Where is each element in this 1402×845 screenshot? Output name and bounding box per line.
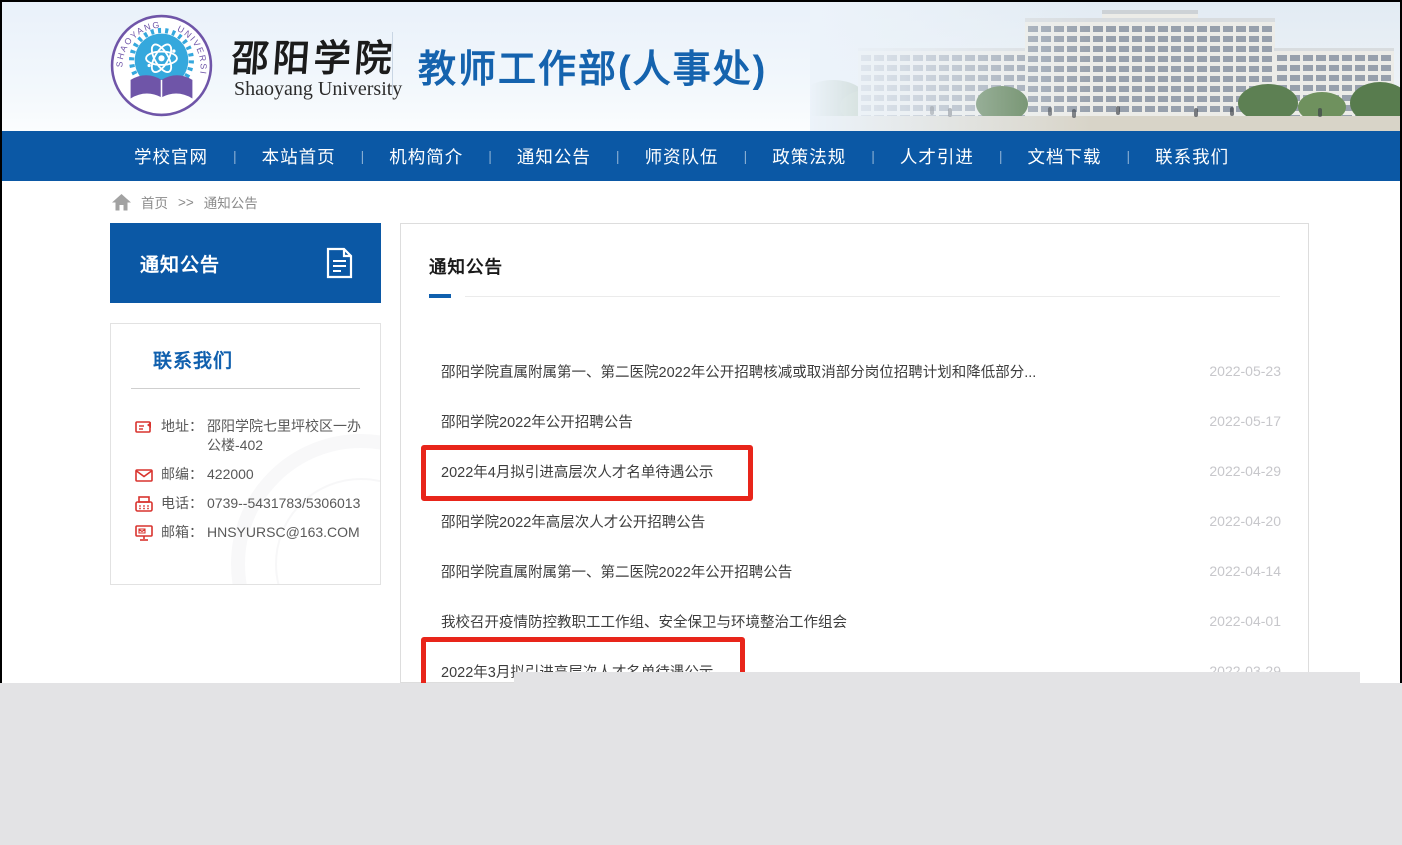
nav-separator: | [361,148,365,164]
nav-separator: | [616,148,620,164]
contact-title: 联系我们 [153,346,380,373]
announcement-title[interactable]: 邵阳学院直属附属第一、第二医院2022年公开招聘公告 [441,561,792,582]
photo-fade [810,2,1400,131]
underline-accent [429,294,451,298]
nav-item-school-site[interactable]: 学校官网 [134,144,208,169]
contact-value: HNSYURSC@163.COM [207,523,369,542]
panel-title: 通知公告 [429,254,503,279]
contact-label: 电话： [161,494,207,513]
brand-name-en: Shaoyang University [234,78,402,101]
brand-name-cn: 邵阳学院 [230,28,398,82]
announcement-title[interactable]: 邵阳学院2022年高层次人才公开招聘公告 [441,511,705,532]
announcement-row[interactable]: 我校召开疫情防控教职工工作组、安全保卫与环境整治工作组会 2022-04-01 [401,596,1308,646]
underline-rule [465,296,1280,297]
gray-mask-band [0,683,1402,845]
contact-row-address: 地址： 邵阳学院七里坪校区一办公楼-402 [111,417,380,455]
monitor-mail-icon [135,524,153,542]
nav-separator: | [999,148,1003,164]
header-divider [392,32,393,94]
site-header: SHAOYANG UNIVERSITY 邵阳学院 Shaoyang Univer… [2,2,1400,131]
department-title: 教师工作部(人事处) [418,38,767,93]
announcement-title[interactable]: 我校召开疫情防控教职工工作组、安全保卫与环境整治工作组会 [441,611,847,632]
nav-separator: | [488,148,492,164]
nav-separator: | [233,148,237,164]
contact-row-email: 邮箱： HNSYURSC@163.COM [111,523,380,542]
nav-separator: | [871,148,875,164]
envelope-icon [135,466,153,484]
announcement-row[interactable]: 邵阳学院2022年高层次人才公开招聘公告 2022-04-20 [401,496,1308,546]
nav-item-talent[interactable]: 人才引进 [900,144,974,169]
announcement-title[interactable]: 邵阳学院2022年公开招聘公告 [441,411,633,432]
nav-item-policies[interactable]: 政策法规 [772,144,846,169]
announcement-title[interactable]: 邵阳学院直属附属第一、第二医院2022年公开招聘核减或取消部分岗位招聘计划和降低… [441,361,1036,382]
announcement-date: 2022-04-14 [1209,563,1281,579]
contact-divider [131,388,360,389]
window-border-left [0,0,2,683]
university-logo: SHAOYANG UNIVERSITY [110,14,213,117]
announcement-list: 邵阳学院直属附属第一、第二医院2022年公开招聘核减或取消部分岗位招聘计划和降低… [401,346,1308,696]
nav-item-contact[interactable]: 联系我们 [1155,144,1229,169]
document-icon [326,247,353,279]
contact-value: 邵阳学院七里坪校区一办公楼-402 [207,417,369,455]
nav-separator: | [744,148,748,164]
announcement-row[interactable]: 邵阳学院直属附属第一、第二医院2022年公开招聘公告 2022-04-14 [401,546,1308,596]
panel-title-underline [429,294,1280,298]
contact-card: 联系我们 地址： 邵阳学院七里坪校区一办公楼-402 邮编： 42 [110,323,381,585]
address-card-icon [135,418,153,436]
announcement-date: 2022-04-01 [1209,613,1281,629]
nav-item-about[interactable]: 机构简介 [389,144,463,169]
nav-separator: | [1126,148,1130,164]
fax-icon [135,495,153,513]
contact-row-postcode: 邮编： 422000 [111,465,380,484]
home-icon [112,194,131,211]
main-nav: 学校官网 | 本站首页 | 机构简介 | 通知公告 | 师资队伍 | 政策法规 … [2,131,1400,181]
campus-photo [810,2,1400,131]
university-seal-icon: SHAOYANG UNIVERSITY [110,14,213,117]
nav-item-downloads[interactable]: 文档下载 [1027,144,1101,169]
announcement-date: 2022-04-29 [1209,463,1281,479]
contact-rows: 地址： 邵阳学院七里坪校区一办公楼-402 邮编： 422000 [111,417,380,542]
window-border-top [0,0,1402,2]
announcement-date: 2022-05-17 [1209,413,1281,429]
sidebar-section-notices[interactable]: 通知公告 [110,223,381,303]
breadcrumb-home[interactable]: 首页 [141,192,168,212]
announcement-row[interactable]: 邵阳学院2022年公开招聘公告 2022-05-17 [401,396,1308,446]
page: SHAOYANG UNIVERSITY 邵阳学院 Shaoyang Univer… [0,0,1402,845]
contact-value: 0739--5431783/5306013 [207,494,369,513]
sidebar-section-title: 通知公告 [140,250,326,277]
breadcrumb: 首页 >> 通知公告 [112,192,258,212]
announcement-date: 2022-05-23 [1209,363,1281,379]
notices-panel: 通知公告 邵阳学院直属附属第一、第二医院2022年公开招聘核减或取消部分岗位招聘… [400,223,1309,683]
contact-label: 邮箱： [161,523,207,542]
announcement-row-highlighted[interactable]: 2022年4月拟引进高层次人才名单待遇公示 2022-04-29 [401,446,1308,496]
nav-item-notices[interactable]: 通知公告 [517,144,591,169]
announcement-date: 2022-04-20 [1209,513,1281,529]
breadcrumb-separator: >> [178,195,194,210]
contact-label: 邮编： [161,465,207,484]
announcement-title[interactable]: 2022年4月拟引进高层次人才名单待遇公示 [441,461,713,482]
breadcrumb-current: 通知公告 [204,192,258,212]
nav-item-home[interactable]: 本站首页 [262,144,336,169]
announcement-row[interactable]: 邵阳学院直属附属第一、第二医院2022年公开招聘核减或取消部分岗位招聘计划和降低… [401,346,1308,396]
contact-value: 422000 [207,465,369,484]
contact-row-phone: 电话： 0739--5431783/5306013 [111,494,380,513]
contact-label: 地址： [161,417,207,436]
nav-item-faculty[interactable]: 师资队伍 [645,144,719,169]
